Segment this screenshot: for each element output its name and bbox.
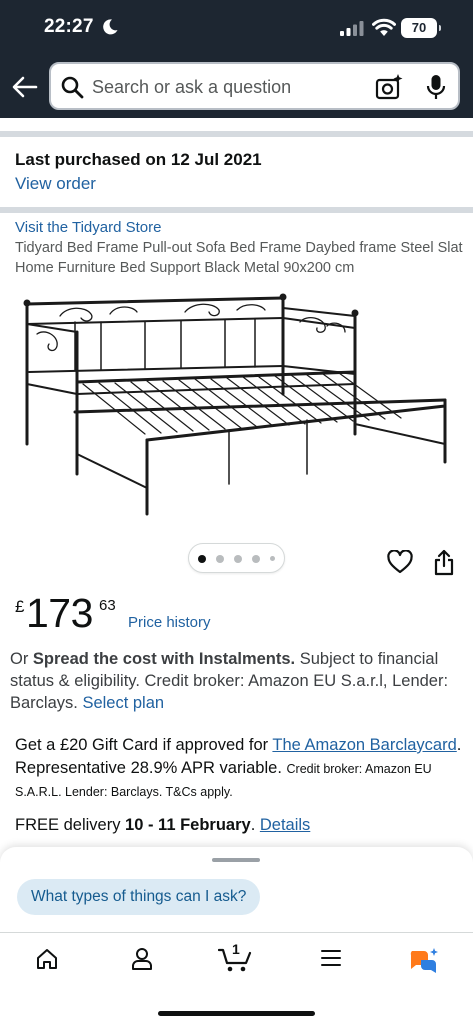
search-input[interactable] (92, 75, 362, 99)
carousel-dot[interactable] (216, 555, 224, 563)
carousel-dot[interactable] (234, 555, 242, 563)
status-time: 22:27 (44, 16, 94, 37)
delivery-prefix: FREE delivery (15, 816, 126, 834)
image-carousel-indicator[interactable] (188, 543, 285, 573)
delivery-separator: . (250, 816, 260, 834)
rufus-assistant-icon[interactable] (408, 947, 440, 977)
carousel-dot[interactable] (252, 555, 260, 563)
price-currency: £ (15, 597, 25, 616)
search-bar[interactable] (49, 62, 460, 110)
camera-search-icon[interactable] (375, 73, 403, 101)
price-history-link[interactable]: Price history (128, 614, 211, 631)
assistant-bottom-sheet: What types of things can I ask? 1 (0, 847, 473, 1024)
search-icon (61, 76, 84, 99)
moon-icon (103, 19, 118, 35)
suggested-question-chip[interactable]: What types of things can I ask? (17, 879, 261, 915)
delivery-dates: 10 - 11 February (125, 816, 251, 834)
cart-icon (218, 948, 252, 972)
product-title: Tidyard Bed Frame Pull-out Sofa Bed Fram… (15, 240, 463, 276)
heart-icon[interactable] (387, 550, 413, 574)
giftcard-prefix: Get a £20 Gift Card if approved for (15, 736, 273, 754)
carousel-dot[interactable] (198, 555, 206, 563)
barclaycard-link[interactable]: The Amazon Barclaycard (272, 736, 456, 754)
back-arrow-icon[interactable] (12, 74, 38, 100)
cellular-signal-icon (340, 21, 364, 36)
select-plan-link[interactable]: Select plan (82, 694, 164, 712)
instalments-heading: Spread the cost with Instalments. (32, 650, 296, 668)
battery-indicator: 70 (401, 18, 441, 38)
carousel-dot[interactable] (270, 556, 275, 561)
delivery-details-link[interactable]: Details (260, 816, 310, 834)
wifi-icon (372, 18, 396, 36)
store-link[interactable]: Visit the Tidyard Store (15, 219, 161, 236)
instalments-offer: Or Spread the cost with Instalments. Sub… (10, 648, 465, 714)
home-icon[interactable] (35, 947, 59, 971)
giftcard-offer: Get a £20 Gift Card if approved for The … (15, 734, 467, 804)
last-purchased-notice: Last purchased on 12 Jul 2021 (15, 150, 262, 169)
account-icon[interactable] (131, 947, 153, 971)
share-icon[interactable] (433, 549, 455, 576)
instalments-prefix: Or (10, 650, 33, 668)
price-fraction: 63 (99, 597, 116, 614)
sheet-grabber[interactable] (212, 858, 260, 862)
view-order-link[interactable]: View order (15, 174, 96, 194)
cart-button[interactable]: 1 (218, 941, 254, 973)
section-divider (0, 207, 473, 213)
price-whole: 173 (26, 590, 93, 636)
home-indicator (158, 1011, 315, 1016)
delivery-info: FREE delivery 10 - 11 February. Details (15, 816, 310, 835)
top-header: 22:27 70 (0, 0, 473, 118)
product-image[interactable] (15, 284, 460, 520)
section-divider (0, 131, 473, 137)
menu-icon[interactable] (320, 947, 342, 969)
microphone-icon[interactable] (425, 73, 447, 101)
